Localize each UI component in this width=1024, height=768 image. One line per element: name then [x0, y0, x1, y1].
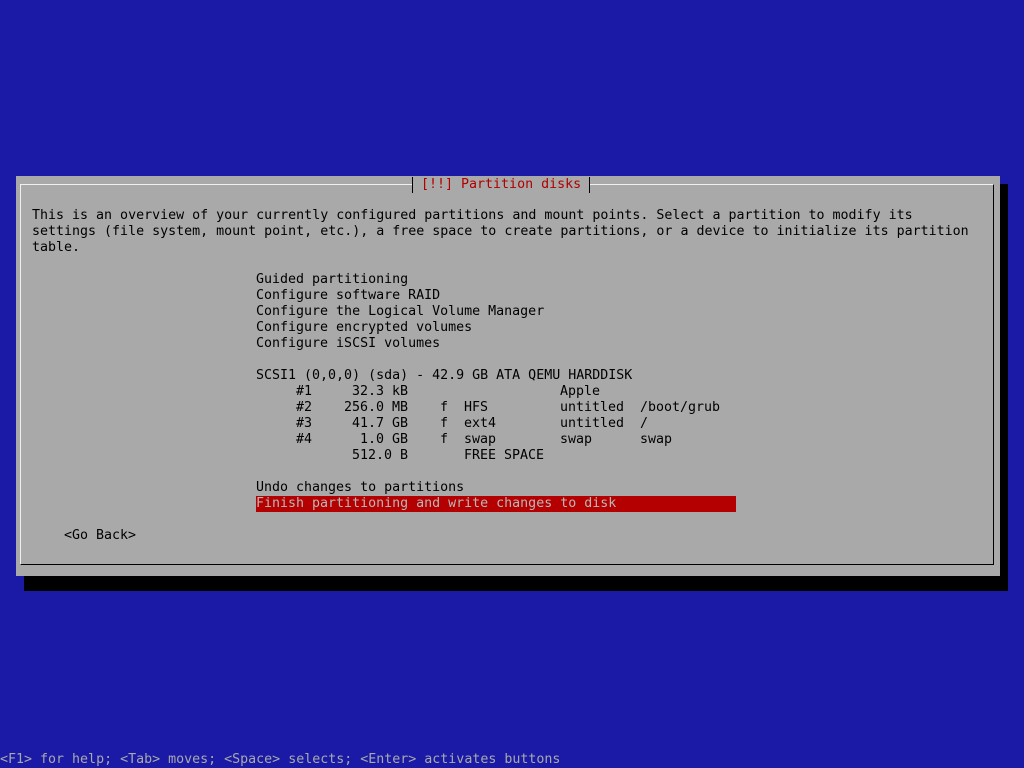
partition-number: #2 — [296, 400, 313, 415]
partition-fs: ext4 — [464, 416, 497, 431]
partition-number: #3 — [296, 416, 313, 431]
partition-flag: f — [440, 416, 449, 431]
intro-line-1: This is an overview of your currently co… — [32, 208, 913, 223]
partition-number: #4 — [296, 432, 313, 447]
partition-size: 256.0 MB — [344, 400, 409, 415]
partition-size: 41.7 GB — [351, 416, 408, 431]
intro-line-2: settings (file system, mount point, etc.… — [32, 224, 969, 239]
partition-row[interactable]: #4 1.0 GB f swap swap swap — [256, 432, 736, 448]
undo-changes-item[interactable]: Undo changes to partitions — [256, 480, 464, 496]
partition-row[interactable]: #2 256.0 MB f HFS untitled /boot/grub — [256, 400, 736, 416]
intro-line-3: table. — [32, 240, 81, 255]
partition-flag: f — [440, 400, 449, 415]
free-space-row[interactable]: 512.0 B FREE SPACE — [256, 448, 736, 464]
partition-number: #1 — [296, 384, 313, 399]
partition-mount: /boot/grub — [640, 400, 721, 415]
partition-row[interactable]: #3 41.7 GB f ext4 untitled / — [256, 416, 736, 432]
partition-mount: / — [640, 416, 649, 431]
partition-size: 1.0 GB — [359, 432, 408, 447]
partition-size: 32.3 kB — [351, 384, 408, 399]
menu-item-software-raid[interactable]: Configure software RAID — [256, 288, 440, 304]
disk-item[interactable]: SCSI1 (0,0,0) (sda) - 42.9 GB ATA QEMU H… — [256, 368, 632, 384]
partition-name: untitled — [560, 416, 625, 431]
partition-name: Apple — [560, 384, 601, 399]
partition-size: 512.0 B — [351, 448, 408, 463]
dialog-title: [!!] Partition disks — [412, 177, 591, 193]
partition-row[interactable]: #1 32.3 kB Apple — [256, 384, 736, 400]
partition-name: untitled — [560, 400, 625, 415]
menu-item-iscsi-volumes[interactable]: Configure iSCSI volumes — [256, 336, 440, 352]
go-back-button[interactable]: <Go Back> — [64, 528, 136, 544]
installer-screen: [!!] Partition disks This is an overview… — [0, 0, 1024, 768]
finish-partitioning-item[interactable]: Finish partitioning and write changes to… — [256, 496, 736, 512]
menu-item-guided-partitioning[interactable]: Guided partitioning — [256, 272, 408, 288]
partition-flag: f — [440, 432, 449, 447]
menu-item-lvm[interactable]: Configure the Logical Volume Manager — [256, 304, 544, 320]
partition-fs: FREE SPACE — [464, 448, 545, 463]
partition-fs: HFS — [464, 400, 489, 415]
partition-fs: swap — [464, 432, 497, 447]
partition-mount: swap — [640, 432, 673, 447]
partition-name: swap — [560, 432, 593, 447]
partition-dialog: [!!] Partition disks This is an overview… — [16, 176, 1000, 576]
status-bar: <F1> for help; <Tab> moves; <Space> sele… — [0, 752, 561, 767]
menu-item-encrypted-volumes[interactable]: Configure encrypted volumes — [256, 320, 472, 336]
